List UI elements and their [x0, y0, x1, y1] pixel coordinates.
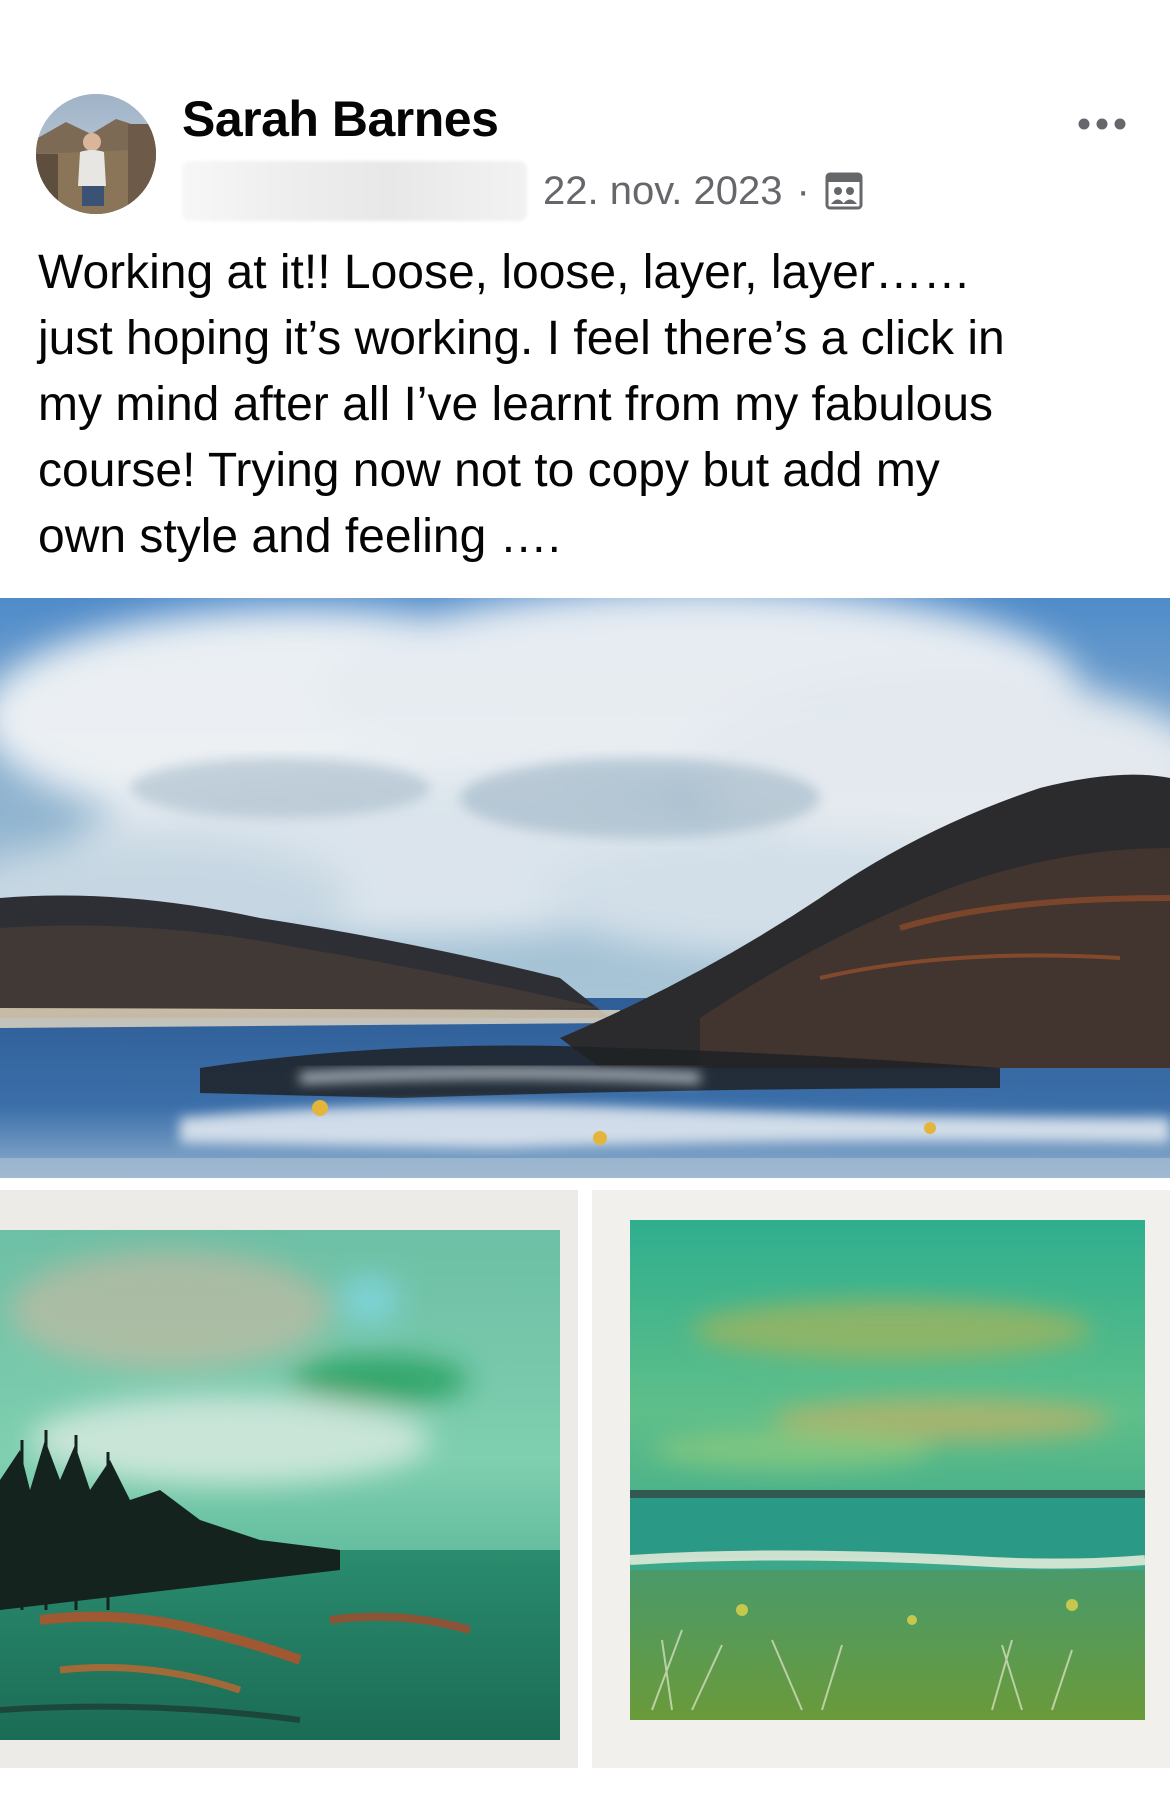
more-options-button[interactable] [1072, 104, 1132, 144]
post-header: Sarah Barnes 22. nov. 2023 · [0, 0, 1170, 230]
meta-separator: · [796, 168, 810, 213]
painting-green-seascape [592, 1190, 1170, 1768]
avatar-photo [36, 94, 156, 214]
post-timestamp[interactable]: 22. nov. 2023 [543, 169, 782, 214]
author-name[interactable]: Sarah Barnes [182, 90, 499, 148]
post-photo-3[interactable] [592, 1190, 1170, 1768]
post-photo-2[interactable] [0, 1190, 578, 1768]
more-options-icon [1078, 118, 1126, 130]
post-photo-1[interactable] [0, 598, 1170, 1178]
post-meta: 22. nov. 2023 · [182, 160, 864, 222]
group-audience-icon[interactable] [824, 171, 864, 211]
painting-green-forest-shore [0, 1190, 578, 1768]
author-avatar[interactable] [36, 94, 156, 214]
post-text: Working at it!! Loose, loose, layer, lay… [38, 246, 1005, 563]
painting-coastal-hills [0, 598, 1170, 1178]
blurred-group-name[interactable] [182, 161, 527, 221]
